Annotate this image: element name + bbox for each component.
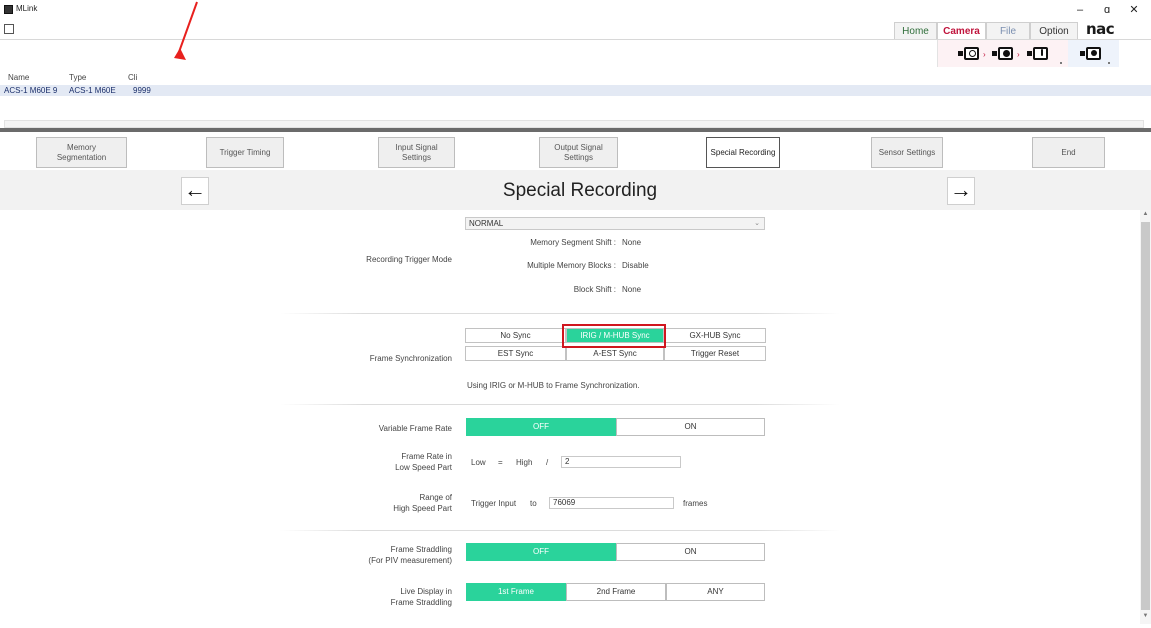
frame-synchronization-label: Frame Synchronization (369, 354, 452, 363)
recording-trigger-mode-select[interactable]: NORMAL ⌄ (465, 217, 765, 230)
settings-content (0, 210, 1140, 624)
tab-option[interactable]: Option (1030, 22, 1078, 39)
sync-option-no-sync[interactable]: No Sync (465, 328, 566, 343)
checkbox[interactable] (4, 24, 14, 34)
live-display-1st-frame[interactable]: 1st Frame (466, 583, 566, 601)
frame-straddling-off[interactable]: OFF (466, 543, 616, 561)
step-output-signal-settings[interactable]: Output Signal Settings (539, 137, 618, 168)
back-arrow-button[interactable]: ← (181, 177, 209, 205)
sync-option-gx-hub[interactable]: GX-HUB Sync (664, 328, 766, 343)
window-title: MLink (16, 4, 38, 13)
horizontal-scrollbar[interactable] (4, 120, 1144, 128)
camera-type: ACS-1 M60E (69, 86, 116, 95)
page-title: Special Recording (502, 180, 658, 201)
frame-straddling-on[interactable]: ON (616, 543, 765, 561)
frame-rate-low-label: Frame Rate in Low Speed Part (395, 452, 452, 472)
camera-search-icon[interactable] (958, 47, 980, 60)
step-sensor-settings[interactable]: Sensor Settings (871, 137, 943, 168)
block-shift-label: Block Shift : (573, 285, 616, 294)
step-special-recording[interactable]: Special Recording (706, 137, 780, 168)
variable-frame-rate-label: Variable Frame Rate (378, 424, 452, 433)
frame-rate-divisor-input[interactable]: 2 (561, 456, 681, 468)
close-button[interactable]: ✕ (1124, 2, 1144, 18)
frames-unit: frames (683, 499, 708, 508)
high-text: High (516, 458, 533, 467)
frame-sync-description: Using IRIG or M-HUB to Frame Synchroniza… (467, 381, 640, 390)
ribbon-dot (1108, 62, 1110, 64)
sync-option-trigger-reset[interactable]: Trigger Reset (664, 346, 766, 361)
red-arrow-icon (174, 1, 198, 60)
arrow-separator-icon: › (1017, 50, 1020, 59)
camera-download-icon[interactable] (1027, 47, 1049, 60)
column-header-type[interactable]: Type (69, 73, 86, 82)
camera-list-header: Name Type Cli (4, 73, 184, 83)
nac-logo: nac (1086, 20, 1115, 38)
low-text: Low (471, 458, 486, 467)
column-header-cli[interactable]: Cli (128, 73, 137, 82)
slash-text: / (546, 458, 549, 467)
sync-option-est[interactable]: EST Sync (465, 346, 566, 361)
arrow-separator-icon: › (983, 50, 986, 59)
equals-text: = (498, 458, 503, 467)
live-display-2nd-frame[interactable]: 2nd Frame (566, 583, 666, 601)
camera-name: ACS-1 M60E 9 (4, 86, 58, 95)
memory-segment-shift-value: None (622, 238, 642, 247)
highlight-box (562, 324, 666, 348)
minimize-button[interactable]: – (1070, 2, 1090, 18)
step-trigger-timing[interactable]: Trigger Timing (206, 137, 284, 168)
maximize-button[interactable]: ɑ (1097, 2, 1117, 18)
camera-settings-icon[interactable] (1080, 47, 1102, 60)
live-display-label: Live Display in Frame Straddling (390, 587, 452, 607)
sync-option-a-est[interactable]: A-EST Sync (566, 346, 664, 361)
section-divider (280, 404, 840, 405)
live-display-any[interactable]: ANY (666, 583, 765, 601)
camera-record-icon[interactable] (992, 47, 1014, 60)
block-shift-value: None (622, 285, 642, 294)
variable-frame-rate-off[interactable]: OFF (466, 418, 616, 436)
scrollbar-thumb[interactable] (1141, 222, 1150, 610)
step-end[interactable]: End (1032, 137, 1105, 168)
camera-cli: 9999 (133, 86, 151, 95)
section-divider (280, 530, 840, 531)
variable-frame-rate-on[interactable]: ON (616, 418, 765, 436)
section-divider (280, 313, 840, 314)
range-high-label: Range of High Speed Part (393, 493, 452, 513)
multiple-memory-blocks-label: Multiple Memory Blocks : (527, 261, 616, 270)
scroll-up-icon[interactable]: ▲ (1141, 211, 1150, 220)
memory-segment-shift-label: Memory Segment Shift : (530, 238, 616, 247)
step-memory-segmentation[interactable]: Memory Segmentation (36, 137, 127, 168)
chevron-down-icon: ⌄ (754, 220, 760, 227)
tab-file[interactable]: File (986, 22, 1030, 39)
to-text: to (530, 499, 537, 508)
high-speed-range-input[interactable]: 76069 (549, 497, 674, 509)
tab-camera[interactable]: Camera (937, 22, 986, 39)
step-input-signal-settings[interactable]: Input Signal Settings (378, 137, 455, 168)
trigger-input-text: Trigger Input (471, 499, 517, 508)
next-arrow-button[interactable]: → (947, 177, 975, 205)
ribbon-dot (1060, 62, 1062, 64)
app-icon (4, 5, 13, 14)
tab-home[interactable]: Home (894, 22, 937, 39)
frame-straddling-label: Frame Straddling (For PIV measurement) (368, 545, 452, 565)
recording-trigger-mode-label: Recording Trigger Mode (366, 255, 452, 264)
scroll-down-icon[interactable]: ▼ (1141, 613, 1150, 622)
table-row[interactable]: ACS-1 M60E 9 ACS-1 M60E 9999 (0, 85, 1151, 96)
multiple-memory-blocks-value: Disable (622, 261, 649, 270)
column-header-name[interactable]: Name (8, 73, 29, 82)
